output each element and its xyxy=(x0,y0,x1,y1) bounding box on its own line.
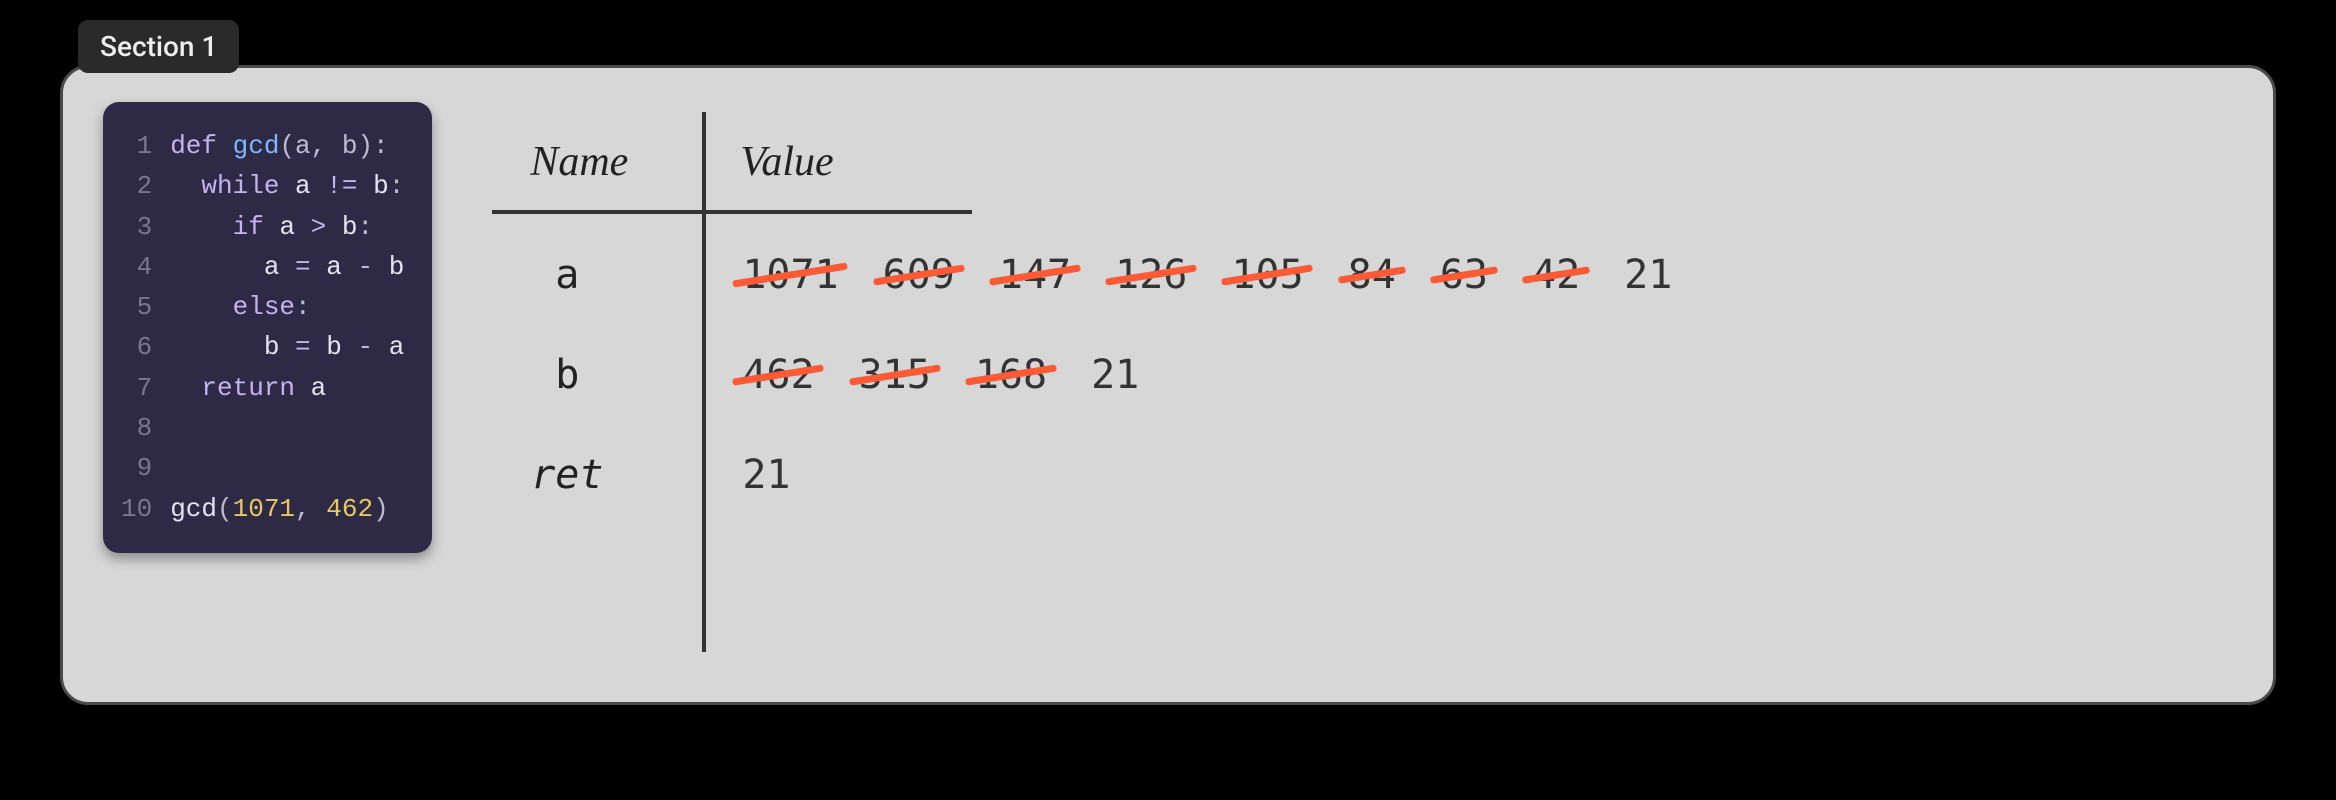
code-token: = xyxy=(295,332,326,362)
col-header-value: Value xyxy=(740,138,833,186)
code-token: a xyxy=(295,171,326,201)
table-hline xyxy=(492,210,972,214)
section-tab: Section 1 xyxy=(78,20,239,73)
col-header-name: Name xyxy=(530,138,628,186)
struck-value: 105 xyxy=(1231,252,1303,298)
trace-row-name: a xyxy=(482,252,702,298)
struck-value: 1071 xyxy=(742,252,838,298)
code-token: a xyxy=(311,373,327,403)
code-token: a xyxy=(326,252,357,282)
code-line: 7 return a xyxy=(121,368,404,408)
code-token: ( xyxy=(217,494,233,524)
code-token: 1071 xyxy=(233,494,295,524)
code-token: : xyxy=(357,212,373,242)
code-line: 1 def gcd(a, b): xyxy=(121,126,404,166)
code-line: 10 gcd(1071, 462) xyxy=(121,489,404,529)
line-number: 2 xyxy=(121,166,152,206)
value: 21 xyxy=(742,452,790,498)
line-number: 1 xyxy=(121,126,152,166)
line-number: 7 xyxy=(121,368,152,408)
code-token: , xyxy=(295,494,326,524)
code-line: 6 b = b - a xyxy=(121,327,404,367)
trace-row-values: 462 315 168 21 xyxy=(702,352,1139,398)
code-line: 2 while a != b: xyxy=(121,166,404,206)
value: 21 xyxy=(1091,352,1139,398)
code-line: 5 else: xyxy=(121,287,404,327)
code-line: 4 a = a - b xyxy=(121,247,404,287)
code-token: else xyxy=(233,292,295,322)
trace-row-name: b xyxy=(482,352,702,398)
code-token: b xyxy=(342,212,358,242)
code-token: (a, b): xyxy=(279,131,388,161)
trace-row-values: 1071 609 147 126 105 84 63 42 21 xyxy=(702,252,1672,298)
code-token: return xyxy=(201,373,310,403)
code-token: gcd xyxy=(233,131,280,161)
code-line: 8 xyxy=(121,408,404,448)
code-token: : xyxy=(295,292,311,322)
code-line: 9 xyxy=(121,448,404,488)
code-token: a xyxy=(264,252,295,282)
struck-value: 147 xyxy=(999,252,1071,298)
struck-value: 42 xyxy=(1532,252,1580,298)
line-number: 6 xyxy=(121,327,152,367)
content-panel: 1def gcd(a, b):2 while a != b:3 if a > b… xyxy=(60,65,2276,705)
code-token: - xyxy=(357,332,388,362)
code-token: a xyxy=(279,212,310,242)
code-token: b xyxy=(373,171,389,201)
struck-value: 609 xyxy=(883,252,955,298)
line-number: 9 xyxy=(121,448,152,488)
code-token: 462 xyxy=(326,494,373,524)
line-number: 4 xyxy=(121,247,152,287)
trace-row: ret 21 xyxy=(482,452,2233,498)
code-token: b xyxy=(264,332,295,362)
trace-row-values: 21 xyxy=(702,452,790,498)
trace-row: b 462 315 168 21 xyxy=(482,352,2233,398)
code-token: - xyxy=(357,252,388,282)
value: 21 xyxy=(1624,252,1672,298)
struck-value: 168 xyxy=(975,352,1047,398)
code-token: b xyxy=(389,252,405,282)
struck-value: 126 xyxy=(1115,252,1187,298)
line-number: 8 xyxy=(121,408,152,448)
code-token: while xyxy=(201,171,295,201)
trace-row-name: ret xyxy=(482,452,702,498)
code-token: != xyxy=(326,171,373,201)
code-token: > xyxy=(311,212,342,242)
canvas: Section 1 1def gcd(a, b):2 while a != b:… xyxy=(0,0,2336,800)
code-token: gcd xyxy=(170,494,217,524)
code-token: a xyxy=(389,332,405,362)
struck-value: 84 xyxy=(1348,252,1396,298)
struck-value: 63 xyxy=(1440,252,1488,298)
code-token: : xyxy=(389,171,405,201)
code-token: if xyxy=(233,212,280,242)
code-token: = xyxy=(295,252,326,282)
trace-row: a 1071 609 147 126 105 84 63 42 21 xyxy=(482,252,2233,298)
code-block: 1def gcd(a, b):2 while a != b:3 if a > b… xyxy=(103,102,432,553)
line-number: 5 xyxy=(121,287,152,327)
line-number: 3 xyxy=(121,207,152,247)
code-token: b xyxy=(326,332,357,362)
struck-value: 462 xyxy=(742,352,814,398)
code-line: 3 if a > b: xyxy=(121,207,404,247)
line-number: 10 xyxy=(121,489,152,529)
code-token: def xyxy=(170,131,232,161)
struck-value: 315 xyxy=(859,352,931,398)
trace-table: Name Value a107160914712610584634221b462… xyxy=(482,102,2233,652)
code-token: ) xyxy=(373,494,389,524)
